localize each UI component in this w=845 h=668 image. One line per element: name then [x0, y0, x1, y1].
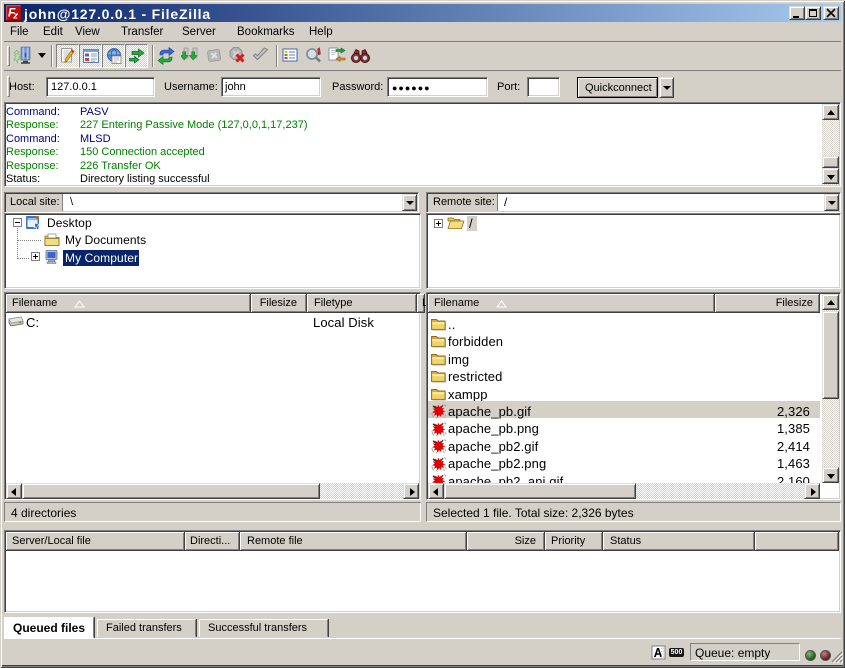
svg-text:z: z — [12, 11, 18, 22]
